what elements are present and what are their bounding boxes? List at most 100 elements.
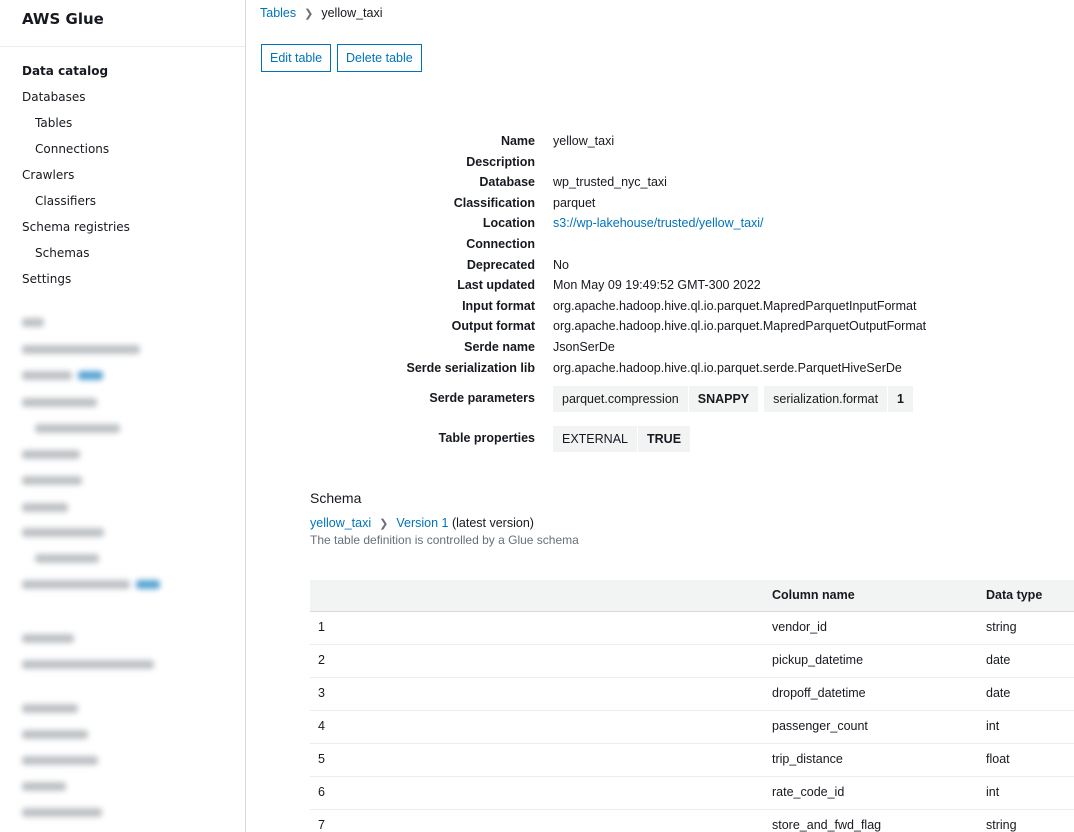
- detail-label: Serde name: [464, 340, 535, 354]
- tag: parquet.compression SNAPPY: [553, 386, 759, 412]
- detail-label: Table properties: [438, 431, 535, 445]
- blurred-text: [22, 528, 104, 537]
- blurred-text: [22, 345, 140, 354]
- table-properties-tags: EXTERNAL TRUE: [553, 426, 696, 452]
- schema-title: Schema: [310, 490, 362, 506]
- sidebar-item-data-catalog[interactable]: Data catalog: [0, 62, 245, 88]
- detail-row-description: Description: [246, 153, 1074, 173]
- sidebar: AWS Glue Data catalog Databases Tables C…: [0, 0, 246, 832]
- data-type: date: [986, 686, 1011, 700]
- row-index: 2: [318, 653, 325, 667]
- breadcrumb-tables-link[interactable]: Tables: [260, 6, 296, 20]
- serde-parameters-tags: parquet.compression SNAPPY serialization…: [553, 386, 919, 412]
- table-row: 6 rate_code_id int: [310, 777, 1074, 810]
- schema-note: The table definition is controlled by a …: [310, 533, 579, 547]
- detail-value: yellow_taxi: [553, 134, 615, 148]
- detail-value: Mon May 09 19:49:52 GMT-300 2022: [553, 278, 761, 293]
- breadcrumb: Tables ❯ yellow_taxi: [260, 6, 383, 20]
- column-header-name[interactable]: Column name: [772, 588, 855, 602]
- sidebar-item-schema-registries[interactable]: Schema registries: [0, 218, 245, 244]
- detail-label: Input format: [462, 298, 535, 313]
- column-name: rate_code_id: [772, 785, 845, 799]
- detail-label: Name: [500, 134, 535, 148]
- tag-key: serialization.format: [773, 392, 879, 406]
- detail-row-deprecated: Deprecated No: [246, 256, 1074, 276]
- row-index: 5: [318, 752, 325, 766]
- sidebar-item-schemas[interactable]: Schemas: [0, 244, 245, 270]
- detail-label: Description: [466, 154, 535, 169]
- blurred-text: [22, 503, 68, 512]
- sidebar-item-settings[interactable]: Settings: [0, 270, 245, 296]
- detail-value: No: [553, 257, 569, 272]
- detail-value: org.apache.hadoop.hive.ql.io.parquet.Map…: [553, 319, 927, 334]
- sidebar-item-tables[interactable]: Tables: [0, 114, 245, 140]
- tag-value: TRUE: [637, 426, 690, 452]
- detail-row-database: Database wp_trusted_nyc_taxi: [246, 173, 1074, 193]
- table-header: Column name Data type: [310, 580, 1074, 612]
- table-row: 3 dropoff_datetime date: [310, 678, 1074, 711]
- sidebar-item-databases[interactable]: Databases: [0, 88, 245, 114]
- detail-value: wp_trusted_nyc_taxi: [553, 175, 667, 190]
- sidebar-item-crawlers[interactable]: Crawlers: [0, 166, 245, 192]
- detail-row-input-format: Input format org.apache.hadoop.hive.ql.i…: [246, 297, 1074, 317]
- blurred-sidebar-section: [0, 308, 245, 832]
- main-content: Tables ❯ yellow_taxi Edit table Delete tab…: [246, 0, 1074, 832]
- detail-label: Serde serialization lib: [406, 360, 535, 375]
- tag-key: parquet.compression: [562, 392, 679, 406]
- column-name: pickup_datetime: [772, 653, 864, 667]
- detail-row-name: Name yellow_taxi: [246, 132, 1074, 152]
- edit-table-button[interactable]: Edit table: [261, 44, 332, 72]
- column-name: trip_distance: [772, 752, 843, 766]
- sidebar-item-classifiers[interactable]: Classifiers: [0, 192, 245, 218]
- data-type: int: [986, 785, 1000, 799]
- row-index: 4: [318, 719, 325, 733]
- detail-label: Serde parameters: [429, 391, 535, 405]
- detail-row-serde-lib: Serde serialization lib org.apache.hadoo…: [246, 359, 1074, 379]
- column-name: dropoff_datetime: [772, 686, 866, 700]
- detail-label: Deprecated: [466, 257, 535, 272]
- tag: EXTERNAL TRUE: [553, 426, 691, 452]
- blurred-text: [22, 318, 44, 327]
- blurred-text: [22, 704, 78, 713]
- blurred-text: [22, 634, 74, 643]
- data-type: string: [986, 818, 1017, 832]
- detail-value: org.apache.hadoop.hive.ql.io.parquet.Map…: [553, 298, 917, 313]
- detail-value: JsonSerDe: [553, 340, 615, 354]
- detail-label: Location: [482, 216, 535, 231]
- detail-label: Output format: [451, 319, 535, 334]
- detail-row-connection: Connection: [246, 235, 1074, 255]
- table-row: 2 pickup_datetime date: [310, 645, 1074, 678]
- row-index: 6: [318, 785, 325, 799]
- schema-version-link[interactable]: Version 1: [396, 516, 448, 530]
- detail-row-location: Location s3://wp-lakehouse/trusted/yello…: [246, 214, 1074, 234]
- table-row: 5 trip_distance float: [310, 744, 1074, 777]
- blurred-text: [22, 450, 80, 459]
- tag-value: SNAPPY: [687, 386, 758, 412]
- data-type: float: [986, 752, 1010, 766]
- location-link[interactable]: s3://wp-lakehouse/trusted/yellow_taxi/: [553, 216, 764, 230]
- detail-value: parquet: [553, 195, 596, 210]
- table-row: 7 store_and_fwd_flag string: [310, 810, 1074, 832]
- blurred-text: [78, 371, 103, 380]
- detail-value: org.apache.hadoop.hive.ql.io.parquet.ser…: [553, 360, 902, 375]
- detail-label: Last updated: [457, 278, 535, 293]
- detail-label: Database: [479, 175, 535, 190]
- chevron-right-icon: ❯: [304, 8, 314, 20]
- schema-table-link[interactable]: yellow_taxi: [310, 516, 371, 530]
- blurred-text: [22, 580, 130, 589]
- sidebar-item-connections[interactable]: Connections: [0, 140, 245, 166]
- column-header-type[interactable]: Data type: [986, 588, 1042, 602]
- blurred-text: [35, 424, 120, 433]
- blurred-text: [35, 554, 99, 563]
- sidebar-nav: Data catalog Databases Tables Connection…: [0, 62, 245, 296]
- data-type: string: [986, 620, 1017, 634]
- schema-path: yellow_taxi ❯ Version 1 (latest version): [310, 516, 534, 530]
- row-index: 3: [318, 686, 325, 700]
- detail-label: Classification: [453, 195, 535, 210]
- delete-table-button[interactable]: Delete table: [337, 44, 422, 72]
- blurred-text: [22, 476, 82, 485]
- row-index: 7: [318, 818, 325, 832]
- blurred-text: [22, 782, 66, 791]
- column-name: vendor_id: [772, 620, 827, 634]
- detail-label: Connection: [466, 237, 535, 251]
